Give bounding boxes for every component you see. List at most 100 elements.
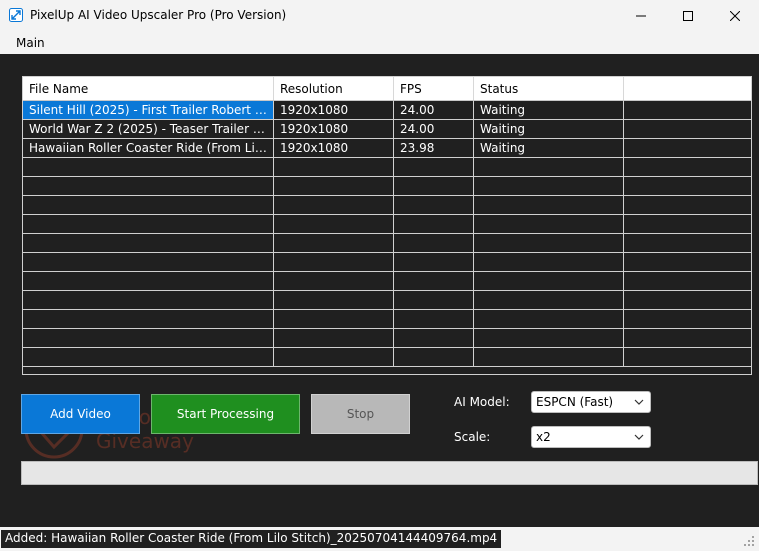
cell-resolution xyxy=(274,272,394,290)
window-title: PixelUp AI Video Upscaler Pro (Pro Versi… xyxy=(30,8,287,22)
column-header-filler xyxy=(624,77,751,100)
video-table[interactable]: File Name Resolution FPS Status Silent H… xyxy=(22,76,752,375)
empty-row xyxy=(23,158,751,177)
table-row[interactable]: World War Z 2 (2025) - Teaser Trailer Br… xyxy=(23,120,751,139)
cell-status: Waiting xyxy=(474,120,624,138)
cell-file xyxy=(23,158,274,176)
resize-grip-icon[interactable] xyxy=(743,535,755,547)
cell-file xyxy=(23,253,274,271)
cell-file xyxy=(23,215,274,233)
cell-resolution xyxy=(274,177,394,195)
cell-filler xyxy=(624,291,751,309)
close-icon xyxy=(730,10,740,21)
cell-status: Waiting xyxy=(474,101,624,119)
cell-fps xyxy=(394,272,474,290)
empty-row xyxy=(23,329,751,348)
cell-filler xyxy=(624,215,751,233)
cell-resolution xyxy=(274,215,394,233)
column-header-file-name[interactable]: File Name xyxy=(23,77,274,100)
cell-filler xyxy=(624,158,751,176)
progress-bar xyxy=(21,461,758,485)
cell-file xyxy=(23,196,274,214)
cell-fps xyxy=(394,310,474,328)
cell-fps xyxy=(394,291,474,309)
chevron-down-icon xyxy=(634,434,644,440)
cell-fps xyxy=(394,177,474,195)
column-header-resolution[interactable]: Resolution xyxy=(274,77,394,100)
add-video-button[interactable]: Add Video xyxy=(21,394,140,434)
cell-file xyxy=(23,177,274,195)
cell-status xyxy=(474,253,624,271)
cell-resolution xyxy=(274,329,394,347)
cell-status xyxy=(474,177,624,195)
column-header-status[interactable]: Status xyxy=(474,77,624,100)
cell-status xyxy=(474,272,624,290)
cell-fps: 24.00 xyxy=(394,120,474,138)
menu-bar: Main xyxy=(0,31,759,54)
cell-resolution: 1920x1080 xyxy=(274,139,394,157)
start-processing-button[interactable]: Start Processing xyxy=(151,394,300,434)
cell-status xyxy=(474,196,624,214)
cell-fps xyxy=(394,215,474,233)
cell-resolution xyxy=(274,253,394,271)
cell-file xyxy=(23,234,274,252)
cell-resolution: 1920x1080 xyxy=(274,101,394,119)
column-header-fps[interactable]: FPS xyxy=(394,77,474,100)
cell-file xyxy=(23,272,274,290)
close-button[interactable] xyxy=(712,0,758,31)
maximize-button[interactable] xyxy=(665,0,711,31)
cell-filler xyxy=(624,253,751,271)
cell-filler xyxy=(624,272,751,290)
cell-filler xyxy=(624,348,751,366)
cell-resolution xyxy=(274,291,394,309)
cell-file xyxy=(23,329,274,347)
empty-row xyxy=(23,272,751,291)
empty-row xyxy=(23,310,751,329)
cell-resolution xyxy=(274,196,394,214)
cell-file: World War Z 2 (2025) - Teaser Trailer Br… xyxy=(23,120,274,138)
maximize-icon xyxy=(683,10,693,21)
app-expand-icon xyxy=(9,8,23,22)
cell-file xyxy=(23,310,274,328)
cell-filler xyxy=(624,139,751,157)
cell-resolution xyxy=(274,234,394,252)
table-row[interactable]: Silent Hill (2025) - First Trailer Rober… xyxy=(23,101,751,120)
empty-row xyxy=(23,177,751,196)
cell-fps xyxy=(394,196,474,214)
cell-file xyxy=(23,348,274,366)
cell-status xyxy=(474,348,624,366)
chevron-down-icon xyxy=(634,399,644,405)
empty-row xyxy=(23,196,751,215)
empty-row xyxy=(23,253,751,272)
minimize-button[interactable] xyxy=(618,0,664,31)
empty-row xyxy=(23,234,751,253)
cell-resolution: 1920x1080 xyxy=(274,120,394,138)
cell-fps xyxy=(394,234,474,252)
table-row[interactable]: Hawaiian Roller Coaster Ride (From Lilo … xyxy=(23,139,751,158)
status-text: Added: Hawaiian Roller Coaster Ride (Fro… xyxy=(1,530,502,548)
ai-model-label: AI Model: xyxy=(454,395,510,409)
empty-row xyxy=(23,215,751,234)
cell-filler xyxy=(624,177,751,195)
cell-filler xyxy=(624,329,751,347)
cell-file xyxy=(23,291,274,309)
cell-filler xyxy=(624,234,751,252)
status-bar: Added: Hawaiian Roller Coaster Ride (Fro… xyxy=(0,527,759,551)
cell-fps xyxy=(394,329,474,347)
menu-main[interactable]: Main xyxy=(16,36,45,50)
stop-button[interactable]: Stop xyxy=(311,394,410,434)
cell-resolution xyxy=(274,310,394,328)
cell-status xyxy=(474,310,624,328)
cell-fps xyxy=(394,253,474,271)
ai-model-select[interactable]: ESPCN (Fast) xyxy=(531,391,651,413)
cell-resolution xyxy=(274,158,394,176)
cell-filler xyxy=(624,120,751,138)
scale-select[interactable]: x2 xyxy=(531,426,651,448)
cell-fps xyxy=(394,158,474,176)
cell-filler xyxy=(624,196,751,214)
ai-model-value: ESPCN (Fast) xyxy=(536,395,614,409)
cell-fps xyxy=(394,348,474,366)
cell-fps: 23.98 xyxy=(394,139,474,157)
main-panel: File Name Resolution FPS Status Silent H… xyxy=(0,54,759,527)
cell-status xyxy=(474,234,624,252)
